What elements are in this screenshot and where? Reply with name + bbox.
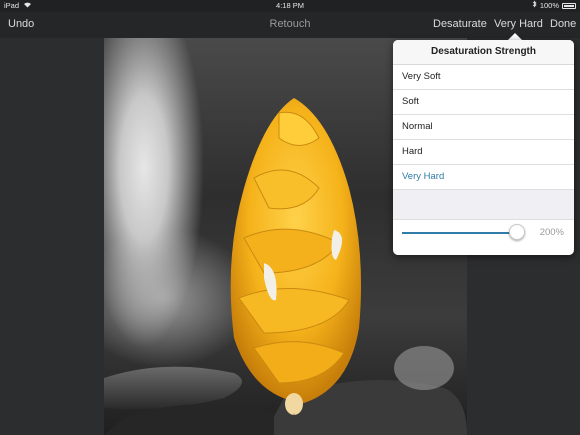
- option-very-soft[interactable]: Very Soft: [393, 65, 574, 90]
- done-button[interactable]: Done: [550, 18, 576, 30]
- slider-thumb[interactable]: [509, 224, 525, 240]
- undo-button[interactable]: Undo: [8, 18, 34, 30]
- battery-icon: [562, 3, 576, 9]
- status-bar: iPad 4:18 PM 100%: [0, 0, 580, 12]
- bluetooth-icon: [532, 0, 537, 12]
- strength-slider[interactable]: 200%: [393, 220, 574, 246]
- app-screen: iPad 4:18 PM 100% Undo Retouch Desaturat…: [0, 0, 580, 435]
- slider-value: 200%: [539, 227, 564, 238]
- popover-spacer: [393, 190, 574, 220]
- desaturate-button[interactable]: Desaturate: [433, 18, 487, 30]
- battery-percent: 100%: [539, 1, 559, 10]
- status-time: 4:18 PM: [276, 1, 304, 10]
- option-very-hard[interactable]: Very Hard: [393, 165, 574, 190]
- popover-title: Desaturation Strength: [393, 40, 574, 65]
- top-toolbar: Undo Retouch Desaturate Very Hard Done: [0, 12, 580, 38]
- option-hard[interactable]: Hard: [393, 140, 574, 165]
- slider-track-filled: [402, 232, 516, 234]
- option-soft[interactable]: Soft: [393, 90, 574, 115]
- strength-button[interactable]: Very Hard: [494, 18, 543, 30]
- popover-arrow: [508, 33, 522, 40]
- toolbar-title: Retouch: [269, 18, 311, 30]
- desaturation-popover: Desaturation Strength Very Soft Soft Nor…: [393, 40, 574, 255]
- option-normal[interactable]: Normal: [393, 115, 574, 140]
